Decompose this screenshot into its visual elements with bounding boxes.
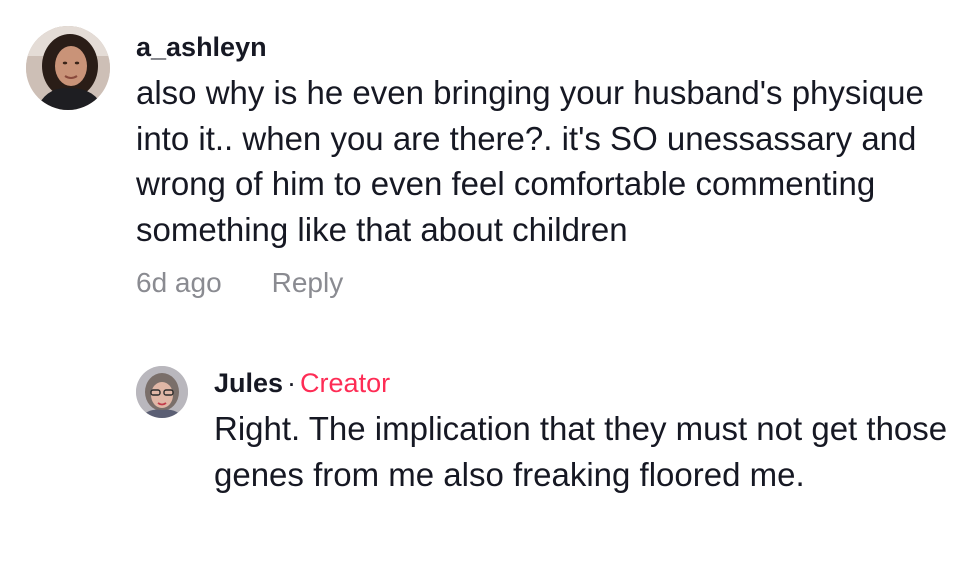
comment-username[interactable]: a_ashleyn [136, 30, 966, 64]
separator-dot: · [287, 368, 297, 398]
reply-username[interactable]: Jules [214, 368, 283, 398]
avatar[interactable] [136, 366, 188, 418]
creator-badge: Creator [300, 368, 391, 398]
reply-text: Right. The implication that they must no… [214, 410, 948, 493]
avatar[interactable] [26, 26, 110, 110]
user-avatar-image [26, 26, 110, 110]
comment-text: also why is he even bringing your husban… [136, 74, 924, 248]
comment-timestamp: 6d ago [136, 267, 222, 298]
creator-avatar-image [136, 366, 188, 418]
reply-header: Jules · Creator [214, 366, 954, 400]
comment-meta: 6d ago Reply [136, 266, 966, 300]
reply-button[interactable]: Reply [272, 266, 344, 300]
